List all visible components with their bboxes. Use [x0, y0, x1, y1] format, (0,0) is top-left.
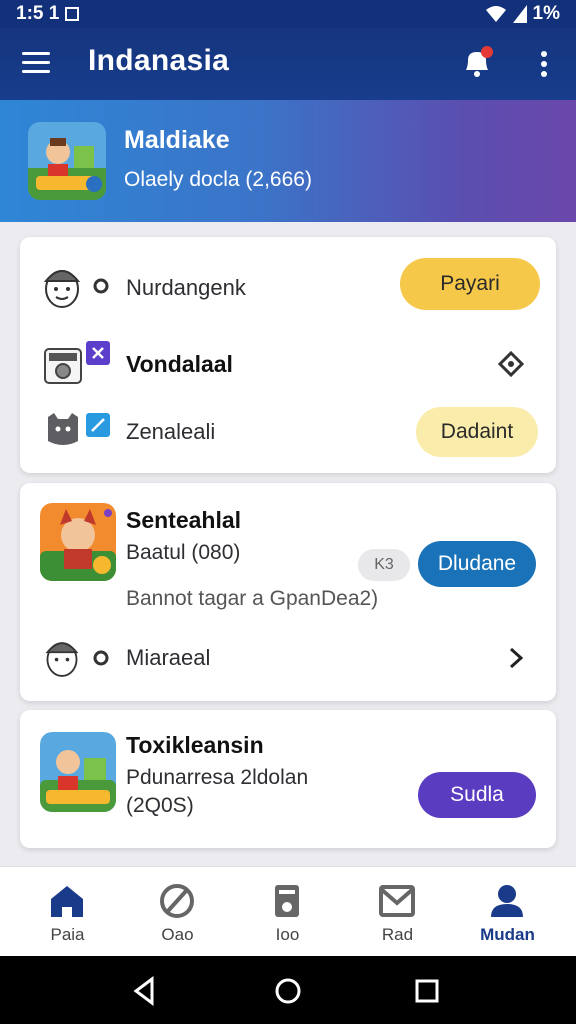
list-item[interactable]: Miaraeal: [20, 621, 556, 701]
game-count: (2Q0S): [126, 794, 194, 817]
nav-label: Oao: [161, 925, 194, 944]
list-item[interactable]: Zenaleali Dadaint: [20, 403, 556, 473]
badge-icon: [86, 341, 110, 365]
pet-icon: [48, 413, 78, 445]
camera-icon: [44, 348, 82, 384]
system-navigation-bar: [0, 956, 576, 1024]
dadaint-button[interactable]: Dadaint: [416, 407, 538, 457]
nav-label: Paia: [50, 925, 85, 944]
card-options: Nurdangenk Payari Vondalaal Zenaleali Da…: [20, 237, 556, 473]
nav-profile[interactable]: Mudan: [450, 867, 565, 957]
back-icon[interactable]: [130, 976, 160, 1006]
dludane-button[interactable]: Dludane: [418, 541, 536, 587]
nav-label: Mudan: [480, 925, 535, 944]
settings-icon[interactable]: [498, 351, 524, 377]
payari-button[interactable]: Payari: [400, 258, 540, 310]
nav-messages[interactable]: Rad: [340, 867, 455, 957]
wifi-icon: [485, 6, 506, 22]
game-thumbnail: [40, 732, 116, 812]
swirl-icon: [160, 884, 194, 918]
recents-icon[interactable]: [412, 976, 442, 1006]
card-game: Senteahlal Baatul (080) K3 Dludane Banno…: [20, 483, 556, 701]
page-title: Indanasia: [88, 44, 230, 77]
list-item[interactable]: Nurdangenk Payari: [20, 237, 556, 333]
more-options-icon[interactable]: [538, 50, 550, 78]
gallery-icon: [65, 7, 80, 21]
game-description: Bannot tagar a GpanDea2): [126, 587, 379, 610]
signal-icon: [512, 5, 527, 23]
game-title: Toxikleansin: [126, 732, 264, 758]
nav-home[interactable]: Paia: [10, 867, 125, 957]
battery-percent: 1%: [532, 3, 560, 24]
app-bar: Indanasia: [0, 28, 576, 100]
game-subtitle: Baatul (080): [126, 541, 241, 564]
status-bar: 1:5 1 1%: [0, 0, 576, 28]
home-circle-icon[interactable]: [273, 976, 303, 1006]
banner-title: Maldiake: [124, 126, 230, 154]
row-label: Vondalaal: [126, 351, 233, 377]
nav-label: Ioo: [275, 925, 300, 944]
game-thumbnail: [40, 503, 116, 581]
bottom-navigation: Paia Oao Ioo Rad Mudan: [0, 866, 576, 956]
nav-label: Rad: [381, 925, 414, 944]
badge-icon: [86, 413, 110, 437]
chevron-right-icon[interactable]: [508, 647, 524, 669]
menu-icon[interactable]: [22, 52, 50, 74]
row-label: Zenaleali: [126, 419, 216, 444]
card-game: Toxikleansin Pdunarresa 2ldolan (2Q0S) S…: [20, 710, 556, 848]
game-title: Senteahlal: [126, 507, 242, 533]
game-subtitle: Pdunarresa 2ldolan: [126, 766, 309, 789]
person-icon: [491, 885, 523, 917]
row-label: Miaraeal: [126, 645, 211, 670]
avatar-icon: [45, 642, 79, 677]
device-icon: [275, 885, 299, 917]
notification-icon[interactable]: [460, 46, 494, 80]
list-item[interactable]: Vondalaal: [20, 333, 556, 403]
row-label: Nurdangenk: [126, 275, 246, 300]
refresh-icon: [93, 278, 109, 294]
nav-games[interactable]: Oao: [120, 867, 235, 957]
game-thumbnail: [28, 122, 106, 200]
size-chip: K3: [358, 549, 410, 581]
clock: 1:5 1: [16, 3, 60, 24]
sudla-button[interactable]: Sudla: [418, 772, 536, 818]
refresh-icon: [93, 650, 109, 666]
home-icon: [51, 886, 83, 917]
nav-library[interactable]: Ioo: [230, 867, 345, 957]
banner-subtitle: Olaely docla (2,666): [124, 168, 312, 191]
featured-banner[interactable]: Maldiake Olaely docla (2,666): [0, 100, 576, 222]
mail-icon: [379, 885, 415, 917]
avatar-icon: [43, 270, 81, 308]
